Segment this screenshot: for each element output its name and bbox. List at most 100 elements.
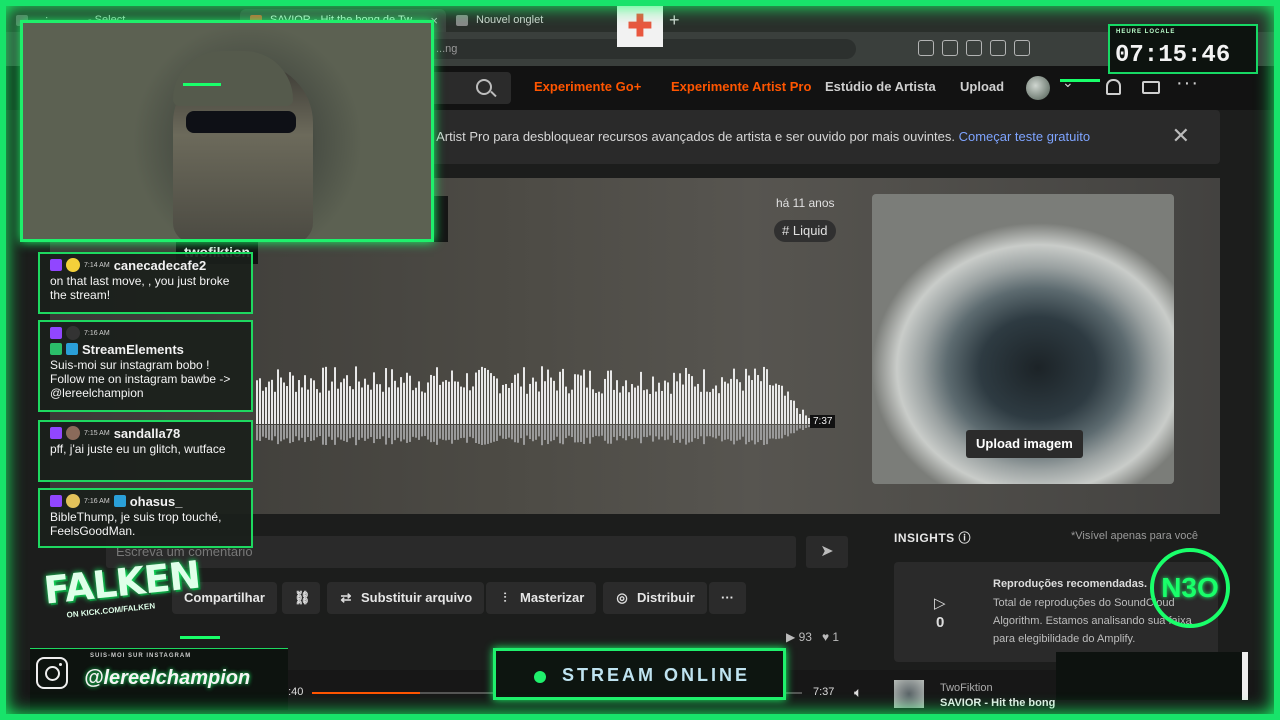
waveform-reflection bbox=[382, 425, 384, 437]
waveform-reflection bbox=[727, 425, 729, 440]
waveform-reflection bbox=[625, 425, 627, 441]
waveform-bar bbox=[271, 379, 273, 424]
waveform-bar bbox=[304, 375, 306, 424]
replace-file-button[interactable]: ⇄ Substituir arquivo bbox=[327, 582, 485, 614]
waveform-bar bbox=[802, 409, 804, 424]
waveform-bar bbox=[457, 381, 459, 424]
chat-user: sandalla78 bbox=[113, 425, 181, 441]
favorite-star-icon[interactable] bbox=[1014, 40, 1030, 56]
waveform-reflection bbox=[466, 425, 468, 443]
nav-artist-studio[interactable]: Estúdio de Artista bbox=[825, 79, 936, 94]
waveform-reflection bbox=[415, 425, 417, 438]
waveform-reflection bbox=[694, 425, 696, 439]
waveform-bar bbox=[475, 372, 477, 424]
chat-message: 7:15 AM sandalla78 pff, j'ai juste eu un … bbox=[38, 420, 253, 482]
waveform-bar bbox=[517, 373, 519, 424]
webcam-feed bbox=[20, 20, 434, 242]
info-icon[interactable]: ⓘ bbox=[959, 531, 972, 545]
waveform-reflection bbox=[592, 425, 594, 438]
master-button[interactable]: ⫶ Masterizar bbox=[486, 582, 597, 614]
waveform-reflection bbox=[478, 425, 480, 444]
upload-image-button[interactable]: Upload imagem bbox=[966, 430, 1083, 458]
waveform-reflection bbox=[418, 425, 420, 440]
banner-message: o Artist Pro para desbloquear recursos a… bbox=[426, 129, 955, 144]
bell-icon[interactable] bbox=[1106, 79, 1121, 95]
now-playing-title[interactable]: SAVIOR - Hit the bong bbox=[940, 697, 1055, 709]
banner-link[interactable]: Começar teste gratuito bbox=[959, 129, 1091, 144]
nav-upload[interactable]: Upload bbox=[960, 79, 1004, 94]
genre-tag[interactable]: # Liquid bbox=[774, 220, 836, 242]
waveform-bar bbox=[397, 387, 399, 424]
twitch-icon bbox=[50, 327, 62, 339]
twitch-icon bbox=[50, 495, 62, 507]
waveform-reflection bbox=[520, 425, 522, 439]
waveform-reflection bbox=[310, 425, 312, 441]
apps-icon[interactable] bbox=[918, 40, 934, 56]
waveform-reflection bbox=[733, 425, 735, 445]
tab-new[interactable]: Nouvel onglet bbox=[446, 9, 626, 32]
waveform-reflection bbox=[550, 425, 552, 442]
waveform-bar bbox=[796, 408, 798, 424]
reader-icon[interactable] bbox=[990, 40, 1006, 56]
waveform-bar bbox=[280, 377, 282, 424]
waveform-reflection bbox=[256, 425, 258, 441]
waveform-reflection bbox=[397, 425, 399, 438]
send-icon[interactable]: ➤ bbox=[806, 536, 848, 568]
search-icon[interactable] bbox=[476, 79, 492, 95]
waveform-bar bbox=[679, 373, 681, 424]
waveform-reflection bbox=[757, 425, 759, 443]
waveform-reflection bbox=[736, 425, 738, 441]
waveform-reflection bbox=[631, 425, 633, 439]
waveform-reflection bbox=[547, 425, 549, 445]
new-tab-button[interactable]: + bbox=[669, 10, 680, 31]
waveform-reflection bbox=[604, 425, 606, 441]
distribute-button[interactable]: ◎ Distribuir bbox=[603, 582, 707, 614]
chevron-down-icon[interactable]: ⌄ bbox=[1062, 74, 1074, 91]
waveform-reflection bbox=[289, 425, 291, 444]
green-accent bbox=[180, 636, 220, 639]
zoom-icon[interactable] bbox=[966, 40, 982, 56]
stream-screen: ...: ... ... ... - Select SAVIOR - Hit t… bbox=[0, 0, 1280, 720]
translate-icon[interactable] bbox=[942, 40, 958, 56]
close-icon[interactable]: ✕ bbox=[1172, 123, 1190, 149]
waveform-bar bbox=[598, 391, 600, 424]
waveform-reflection bbox=[571, 425, 573, 438]
waveform-bar bbox=[412, 390, 414, 424]
waveform-reflection bbox=[712, 425, 714, 438]
waveform-reflection bbox=[424, 425, 426, 436]
avatar[interactable] bbox=[1026, 76, 1050, 100]
more-icon[interactable]: ··· bbox=[1176, 72, 1199, 95]
now-playing-artist[interactable]: TwoFiktion bbox=[940, 682, 993, 694]
nav-go-plus[interactable]: Experimente Go+ bbox=[534, 79, 641, 94]
waveform-bar bbox=[499, 393, 501, 424]
link-icon: ⛓ bbox=[294, 590, 311, 605]
waveform-reflection bbox=[754, 425, 756, 445]
waveform-reflection bbox=[760, 425, 762, 440]
waveform-reflection bbox=[595, 425, 597, 436]
waveform-bar bbox=[628, 392, 630, 424]
waveform-bar bbox=[316, 389, 318, 424]
waveform-reflection bbox=[367, 425, 369, 439]
chat-message: 7:14 AM canecadecafe2 on that last move, … bbox=[38, 252, 253, 314]
waveform-bar bbox=[568, 393, 570, 424]
tab-label: Nouvel onglet bbox=[476, 14, 544, 26]
volume-icon[interactable]: 🔈︎ bbox=[854, 684, 862, 701]
waveform-reflection bbox=[568, 425, 570, 436]
copy-link-button[interactable]: ⛓ bbox=[282, 582, 320, 614]
waveform[interactable] bbox=[256, 364, 816, 464]
now-playing-thumbnail[interactable] bbox=[894, 680, 924, 708]
waveform-bar bbox=[616, 380, 618, 424]
waveform-bar bbox=[634, 387, 636, 424]
waveform-reflection bbox=[298, 425, 300, 441]
chat-user: ohasus_ bbox=[129, 493, 183, 509]
nav-artist-pro[interactable]: Experimente Artist Pro bbox=[671, 79, 811, 94]
replace-icon: ⇄ bbox=[340, 590, 352, 605]
insights-card-title: Reproduções recomendadas. bbox=[993, 578, 1148, 590]
waveform-reflection bbox=[442, 425, 444, 440]
more-actions-button[interactable]: ··· bbox=[709, 582, 746, 614]
chat-text: Suis-moi sur instagram bobo ! Follow me … bbox=[50, 358, 231, 400]
green-accent bbox=[183, 83, 221, 86]
mail-icon[interactable] bbox=[1142, 81, 1160, 94]
waveform-bar bbox=[550, 377, 552, 424]
waveform-bar bbox=[589, 370, 591, 424]
